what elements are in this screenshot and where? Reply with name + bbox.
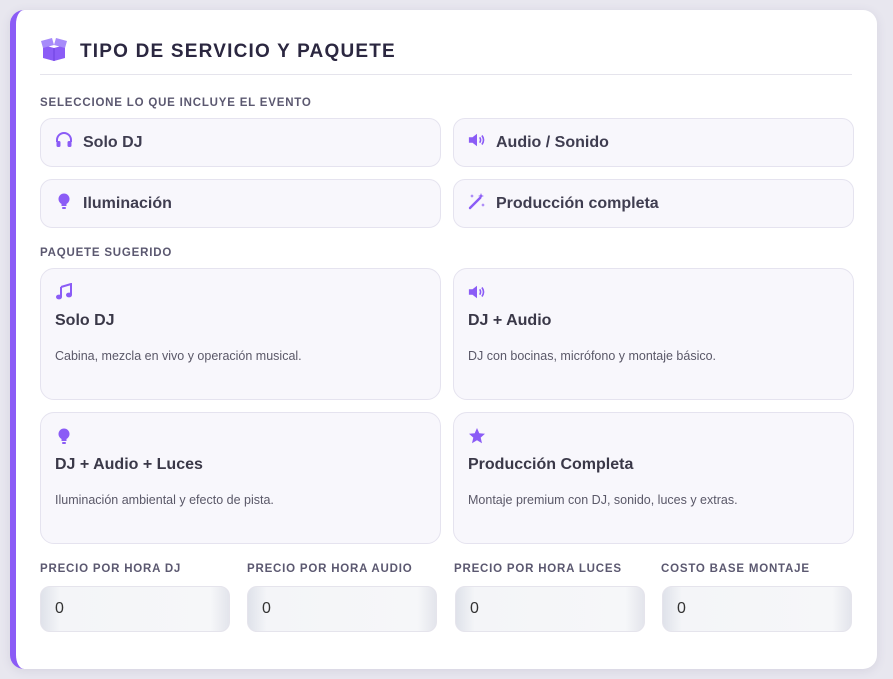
- package-description: DJ con bocinas, micrófono y montaje bási…: [468, 349, 717, 363]
- package-name: DJ + Audio + Luces: [55, 456, 203, 473]
- section-header: TIPO DE SERVICIO Y PAQUETE: [40, 36, 396, 67]
- option-solo-dj[interactable]: Solo DJ: [40, 118, 441, 167]
- package-produccion-completa[interactable]: Producción Completa Montaje premium con …: [453, 412, 854, 544]
- option-audio-sonido[interactable]: Audio / Sonido: [453, 118, 854, 167]
- price-dj-input[interactable]: [40, 586, 230, 632]
- option-label: Producción completa: [496, 194, 659, 212]
- package-description: Iluminación ambiental y efecto de pista.: [55, 493, 274, 507]
- price-audio-label: PRECIO POR HORA AUDIO: [247, 563, 413, 575]
- price-audio-input[interactable]: [247, 586, 437, 632]
- package-name: Producción Completa: [468, 456, 634, 473]
- price-dj-label: PRECIO POR HORA DJ: [40, 563, 182, 575]
- divider: [40, 74, 852, 75]
- service-package-card: TIPO DE SERVICIO Y PAQUETE SELECCIONE LO…: [10, 10, 877, 669]
- box-open-icon: [40, 36, 68, 67]
- montaje-cost-input[interactable]: [662, 586, 852, 632]
- magic-wand-icon: [468, 192, 486, 215]
- option-label: Solo DJ: [83, 133, 143, 151]
- package-name: Solo DJ: [55, 312, 115, 329]
- volume-icon: [468, 131, 486, 154]
- includes-label: SELECCIONE LO QUE INCLUYE EL EVENTO: [40, 97, 312, 109]
- lightbulb-icon: [55, 192, 73, 215]
- montaje-cost-label: COSTO BASE MONTAJE: [661, 563, 810, 575]
- option-produccion-completa[interactable]: Producción completa: [453, 179, 854, 228]
- option-label: Iluminación: [83, 194, 172, 212]
- price-luces-input[interactable]: [455, 586, 645, 632]
- section-title: TIPO DE SERVICIO Y PAQUETE: [80, 40, 396, 62]
- headphones-icon: [55, 131, 73, 154]
- package-dj-audio[interactable]: DJ + Audio DJ con bocinas, micrófono y m…: [453, 268, 854, 400]
- package-description: Montaje premium con DJ, sonido, luces y …: [468, 493, 738, 507]
- package-name: DJ + Audio: [468, 312, 552, 329]
- package-description: Cabina, mezcla en vivo y operación music…: [55, 349, 302, 363]
- packages-label: PAQUETE SUGERIDO: [40, 247, 173, 259]
- price-luces-label: PRECIO POR HORA LUCES: [454, 563, 622, 575]
- package-dj-audio-luces[interactable]: DJ + Audio + Luces Iluminación ambiental…: [40, 412, 441, 544]
- option-label: Audio / Sonido: [496, 133, 609, 151]
- option-iluminacion[interactable]: Iluminación: [40, 179, 441, 228]
- package-solo-dj[interactable]: Solo DJ Cabina, mezcla en vivo y operaci…: [40, 268, 441, 400]
